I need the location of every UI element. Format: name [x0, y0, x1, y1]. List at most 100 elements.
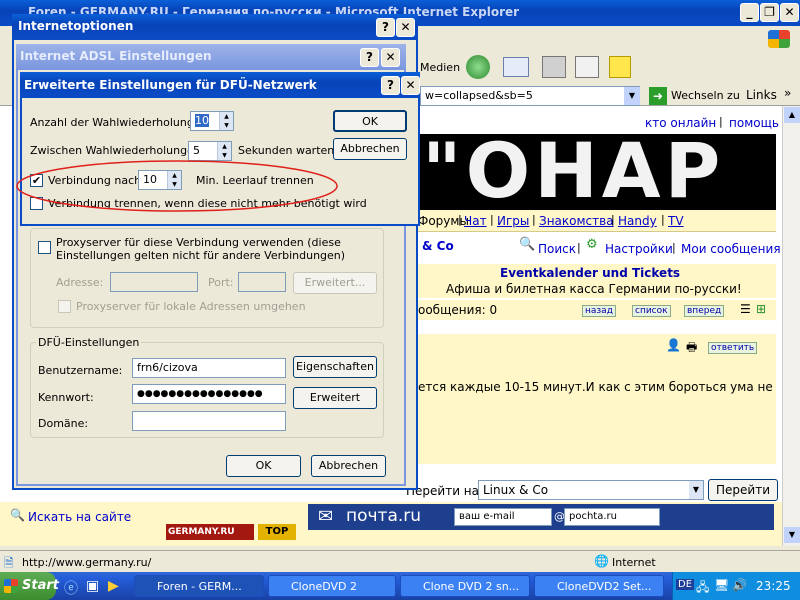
address-dropdown-icon[interactable]: ▼	[624, 87, 640, 105]
kennwort-label: Kennwort:	[38, 391, 94, 404]
internetoptionen-help-button[interactable]: ?	[376, 18, 395, 37]
task-clonedvd-sn[interactable]: Clone DVD 2 sn...	[400, 575, 530, 597]
internetoptionen-close-button[interactable]: ✕	[396, 18, 415, 37]
erweitert-abbrechen-button[interactable]: Abbrechen	[333, 138, 407, 160]
highlight-ellipse	[16, 160, 338, 212]
domaene-input[interactable]	[132, 411, 286, 431]
adresse-input[interactable]	[110, 272, 198, 292]
tray-icon-3[interactable]: 🔊	[732, 578, 747, 592]
scroll-down-icon[interactable]: ▼	[784, 527, 800, 543]
separator: |	[719, 115, 723, 128]
separator: |	[672, 241, 676, 254]
pomosh-link[interactable]: помощь	[729, 116, 779, 130]
proxy-checkbox[interactable]	[38, 241, 51, 254]
top-badge[interactable]: TOP	[258, 524, 296, 540]
erweitert-ok-button[interactable]: OK	[333, 110, 407, 132]
quicklaunch-desktop-icon[interactable]: ▣	[86, 578, 99, 594]
adsl-abbrechen-button[interactable]: Abbrechen	[311, 455, 386, 477]
history-icon[interactable]	[466, 55, 490, 79]
pochta-banner[interactable]: ✉ почта.ru ваш e-mail @ pochta.ru	[308, 504, 774, 530]
adsl-title-bar[interactable]: Internet ADSL Einstellungen ? ✕	[16, 44, 406, 70]
language-indicator[interactable]: DE	[676, 579, 695, 590]
mail-icon[interactable]	[503, 57, 529, 77]
port-label: Port:	[208, 276, 234, 289]
poisk-link[interactable]: Поиск	[538, 242, 576, 256]
edit-icon[interactable]	[575, 56, 599, 78]
kto-online-link[interactable]: кто онлайн	[645, 116, 716, 130]
print-post-icon[interactable]: 🖶	[686, 338, 697, 359]
erweitert-title-bar[interactable]: Erweiterte Einstellungen für DFÜ-Netzwer…	[20, 72, 420, 98]
zwischen-label: Zwischen Wahlwiederholungen	[30, 144, 201, 157]
tree-view-icon[interactable]: ⊞	[756, 302, 766, 316]
adsl-ok-button[interactable]: OK	[226, 455, 301, 477]
moi-soobsh-link[interactable]: Мои сообщения	[681, 242, 781, 256]
medien-button[interactable]: Medien	[420, 61, 460, 74]
address-input[interactable]: w=collapsed&sb=5	[420, 86, 640, 106]
adsl-close-button[interactable]: ✕	[381, 48, 400, 67]
ie-close-button[interactable]: ✕	[780, 3, 799, 22]
section-title[interactable]: & Co	[422, 239, 454, 253]
ie-maximize-button[interactable]: ❐	[760, 3, 779, 22]
erweitert-proxy-label: Erweitert...	[304, 276, 366, 289]
iskat-link[interactable]: Искать на сайте	[28, 510, 131, 524]
kennwort-input[interactable]: ●●●●●●●●●●●●●●●●	[132, 384, 286, 404]
erweitert-help-button[interactable]: ?	[381, 76, 400, 95]
task-clonedvd[interactable]: CloneDVD 2	[268, 575, 396, 597]
links-label[interactable]: Links	[746, 88, 777, 102]
benutzername-input[interactable]: frn6/cizova	[132, 358, 286, 378]
start-label: Start	[22, 578, 59, 593]
quicklaunch-media-icon[interactable]: ▶	[108, 578, 119, 594]
nav-chat[interactable]: Чат	[464, 214, 487, 228]
settings-icon[interactable]: ⚙	[586, 237, 598, 252]
go-arrow-icon[interactable]: ➜	[649, 87, 667, 105]
pochta-domain-select[interactable]: pochta.ru	[564, 508, 660, 526]
print-icon[interactable]	[542, 56, 566, 78]
search-site-icon[interactable]: 🔍	[10, 508, 25, 522]
adsl-abbrechen-label: Abbrechen	[318, 459, 379, 472]
adsl-help-button[interactable]: ?	[360, 48, 379, 67]
vpered-button[interactable]: вперед	[684, 305, 725, 317]
nav-znakomstva[interactable]: Знакомства	[539, 214, 614, 228]
site-banner[interactable]: "ОНАР	[418, 134, 776, 210]
port-input[interactable]	[238, 272, 286, 292]
list-view-icon[interactable]: ☰	[740, 302, 751, 316]
ie-scrollbar[interactable]: ▲ ▼	[782, 106, 800, 546]
sekunden-label: Sekunden warten	[238, 144, 335, 157]
email-placeholder: ваш e-mail	[459, 511, 515, 522]
germany-badge[interactable]: GERMANY.RU	[166, 524, 254, 540]
event-title[interactable]: Eventkalender und Tickets	[500, 266, 680, 280]
network-icon[interactable]: 🖧	[696, 578, 709, 599]
proxy-local-checkbox[interactable]	[58, 300, 71, 313]
start-button[interactable]: Start	[0, 572, 59, 600]
erweitert-ok-label: OK	[362, 115, 378, 128]
nastroiki-link[interactable]: Настройки	[605, 242, 673, 256]
user-icon[interactable]: 👤	[666, 338, 681, 352]
go-button[interactable]: Wechseln zu	[671, 89, 740, 102]
nazad-button[interactable]: назад	[582, 305, 616, 317]
perejti-button[interactable]: Перейти	[708, 479, 778, 501]
forum-select[interactable]: Linux & Co	[478, 480, 704, 500]
search-icon[interactable]: 🔍	[519, 237, 535, 252]
task-ie[interactable]: Foren - GERM...	[134, 575, 264, 597]
eigenschaften-button[interactable]: Eigenschaften	[293, 356, 377, 378]
wahlwiederholungen-spinner[interactable]: ▲ ▼	[219, 112, 233, 130]
spisok-button[interactable]: список	[632, 305, 671, 317]
event-box[interactable]: Eventkalender und Tickets Афиша и билетн…	[418, 264, 776, 298]
nav-handy[interactable]: Handy	[618, 214, 657, 228]
ie-minimize-button[interactable]: _	[740, 3, 759, 22]
email-input[interactable]: ваш e-mail	[454, 508, 552, 526]
erweitert-close-button[interactable]: ✕	[401, 76, 420, 95]
note-icon[interactable]	[609, 56, 631, 78]
erweitert-button[interactable]: Erweitert	[293, 387, 377, 409]
task-clonedvd-set[interactable]: CloneDVD2 Set...	[534, 575, 664, 597]
otvetit-button[interactable]: ответить	[708, 342, 758, 354]
forum-select-dropdown-icon[interactable]: ▼	[689, 481, 703, 499]
scroll-up-icon[interactable]: ▲	[784, 107, 800, 123]
nav-igry[interactable]: Игры	[497, 214, 529, 228]
quicklaunch-ie-icon[interactable]: ⓔ	[64, 578, 78, 598]
tray-icon-2[interactable]: 🖥	[714, 578, 729, 592]
links-chevron-icon[interactable]: »	[784, 86, 791, 100]
nav-tv[interactable]: TV	[668, 214, 684, 228]
erweitert-proxy-button[interactable]: Erweitert...	[293, 272, 377, 294]
internetoptionen-title-bar[interactable]: Internetoptionen ? ✕	[12, 14, 418, 40]
